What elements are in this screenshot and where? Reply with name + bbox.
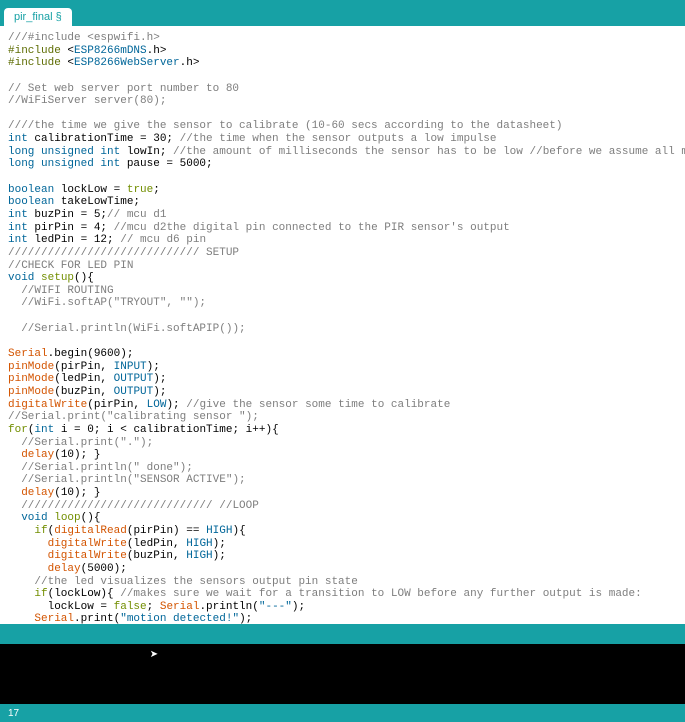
code-line[interactable]: //Serial.println(" done"); <box>8 462 677 475</box>
cursor-arrow-icon: ➤ <box>150 647 158 664</box>
code-line[interactable]: delay(10); } <box>8 449 677 462</box>
tab-pir-final[interactable]: pir_final § <box>4 8 72 26</box>
status-left: 17 <box>8 708 19 719</box>
code-line[interactable]: delay(5000); <box>8 563 677 576</box>
code-line[interactable]: //Serial.println("SENSOR ACTIVE"); <box>8 474 677 487</box>
console-divider[interactable] <box>0 624 685 644</box>
serial-console[interactable]: ➤ <box>0 644 685 704</box>
code-line[interactable]: int calibrationTime = 30; //the time whe… <box>8 133 677 146</box>
code-editor[interactable]: ///#include <espwifi.h>#include <ESP8266… <box>0 26 685 624</box>
code-line[interactable]: //Serial.println(WiFi.softAPIP()); <box>8 323 677 336</box>
code-line[interactable]: ///#include <espwifi.h> <box>8 32 677 45</box>
code-line[interactable]: if(digitalRead(pirPin) == HIGH){ <box>8 525 677 538</box>
code-line[interactable]: lockLow = false; Serial.println("---"); <box>8 601 677 614</box>
code-line[interactable]: boolean lockLow = true; <box>8 184 677 197</box>
code-line[interactable] <box>8 310 677 323</box>
code-line[interactable]: long unsigned int lowIn; //the amount of… <box>8 146 677 159</box>
code-line[interactable]: int ledPin = 12; // mcu d6 pin <box>8 234 677 247</box>
code-line[interactable]: #include <ESP8266mDNS.h> <box>8 45 677 58</box>
code-line[interactable]: Serial.begin(9600); <box>8 348 677 361</box>
status-bar: 17 <box>0 704 685 722</box>
code-line[interactable]: digitalWrite(buzPin, HIGH); <box>8 550 677 563</box>
code-line[interactable] <box>8 335 677 348</box>
code-line[interactable]: ///////////////////////////// //LOOP <box>8 500 677 513</box>
tab-bar: pir_final § <box>0 6 685 26</box>
code-line[interactable]: pinMode(buzPin, OUTPUT); <box>8 386 677 399</box>
code-line[interactable] <box>8 171 677 184</box>
code-line[interactable]: digitalWrite(pirPin, LOW); //give the se… <box>8 399 677 412</box>
code-line[interactable]: // Set web server port number to 80 <box>8 83 677 96</box>
code-line[interactable] <box>8 108 677 121</box>
code-line[interactable]: void setup(){ <box>8 272 677 285</box>
code-line[interactable]: //Serial.print("calibrating sensor "); <box>8 411 677 424</box>
code-line[interactable]: int pirPin = 4; //mcu d2the digital pin … <box>8 222 677 235</box>
code-line[interactable]: int buzPin = 5;// mcu d1 <box>8 209 677 222</box>
code-line[interactable]: //Serial.print("."); <box>8 437 677 450</box>
code-line[interactable]: if(lockLow){ //makes sure we wait for a … <box>8 588 677 601</box>
code-line[interactable]: //CHECK FOR LED PIN <box>8 260 677 273</box>
code-line[interactable]: ///////////////////////////// SETUP <box>8 247 677 260</box>
code-line[interactable]: ////the time we give the sensor to calib… <box>8 120 677 133</box>
code-line[interactable]: long unsigned int pause = 5000; <box>8 158 677 171</box>
code-line[interactable]: //WiFiServer server(80); <box>8 95 677 108</box>
code-line[interactable]: void loop(){ <box>8 512 677 525</box>
code-line[interactable]: //the led visualizes the sensors output … <box>8 576 677 589</box>
code-line[interactable]: pinMode(pirPin, INPUT); <box>8 361 677 374</box>
code-line[interactable]: delay(10); } <box>8 487 677 500</box>
code-line[interactable]: boolean takeLowTime; <box>8 196 677 209</box>
code-line[interactable]: #include <ESP8266WebServer.h> <box>8 57 677 70</box>
code-line[interactable]: //WiFi.softAP("TRYOUT", ""); <box>8 297 677 310</box>
code-line[interactable]: //WIFI ROUTING <box>8 285 677 298</box>
code-line[interactable] <box>8 70 677 83</box>
code-line[interactable]: pinMode(ledPin, OUTPUT); <box>8 373 677 386</box>
code-line[interactable]: for(int i = 0; i < calibrationTime; i++)… <box>8 424 677 437</box>
code-line[interactable]: digitalWrite(ledPin, HIGH); <box>8 538 677 551</box>
code-line[interactable]: Serial.print("motion detected!"); <box>8 613 677 624</box>
